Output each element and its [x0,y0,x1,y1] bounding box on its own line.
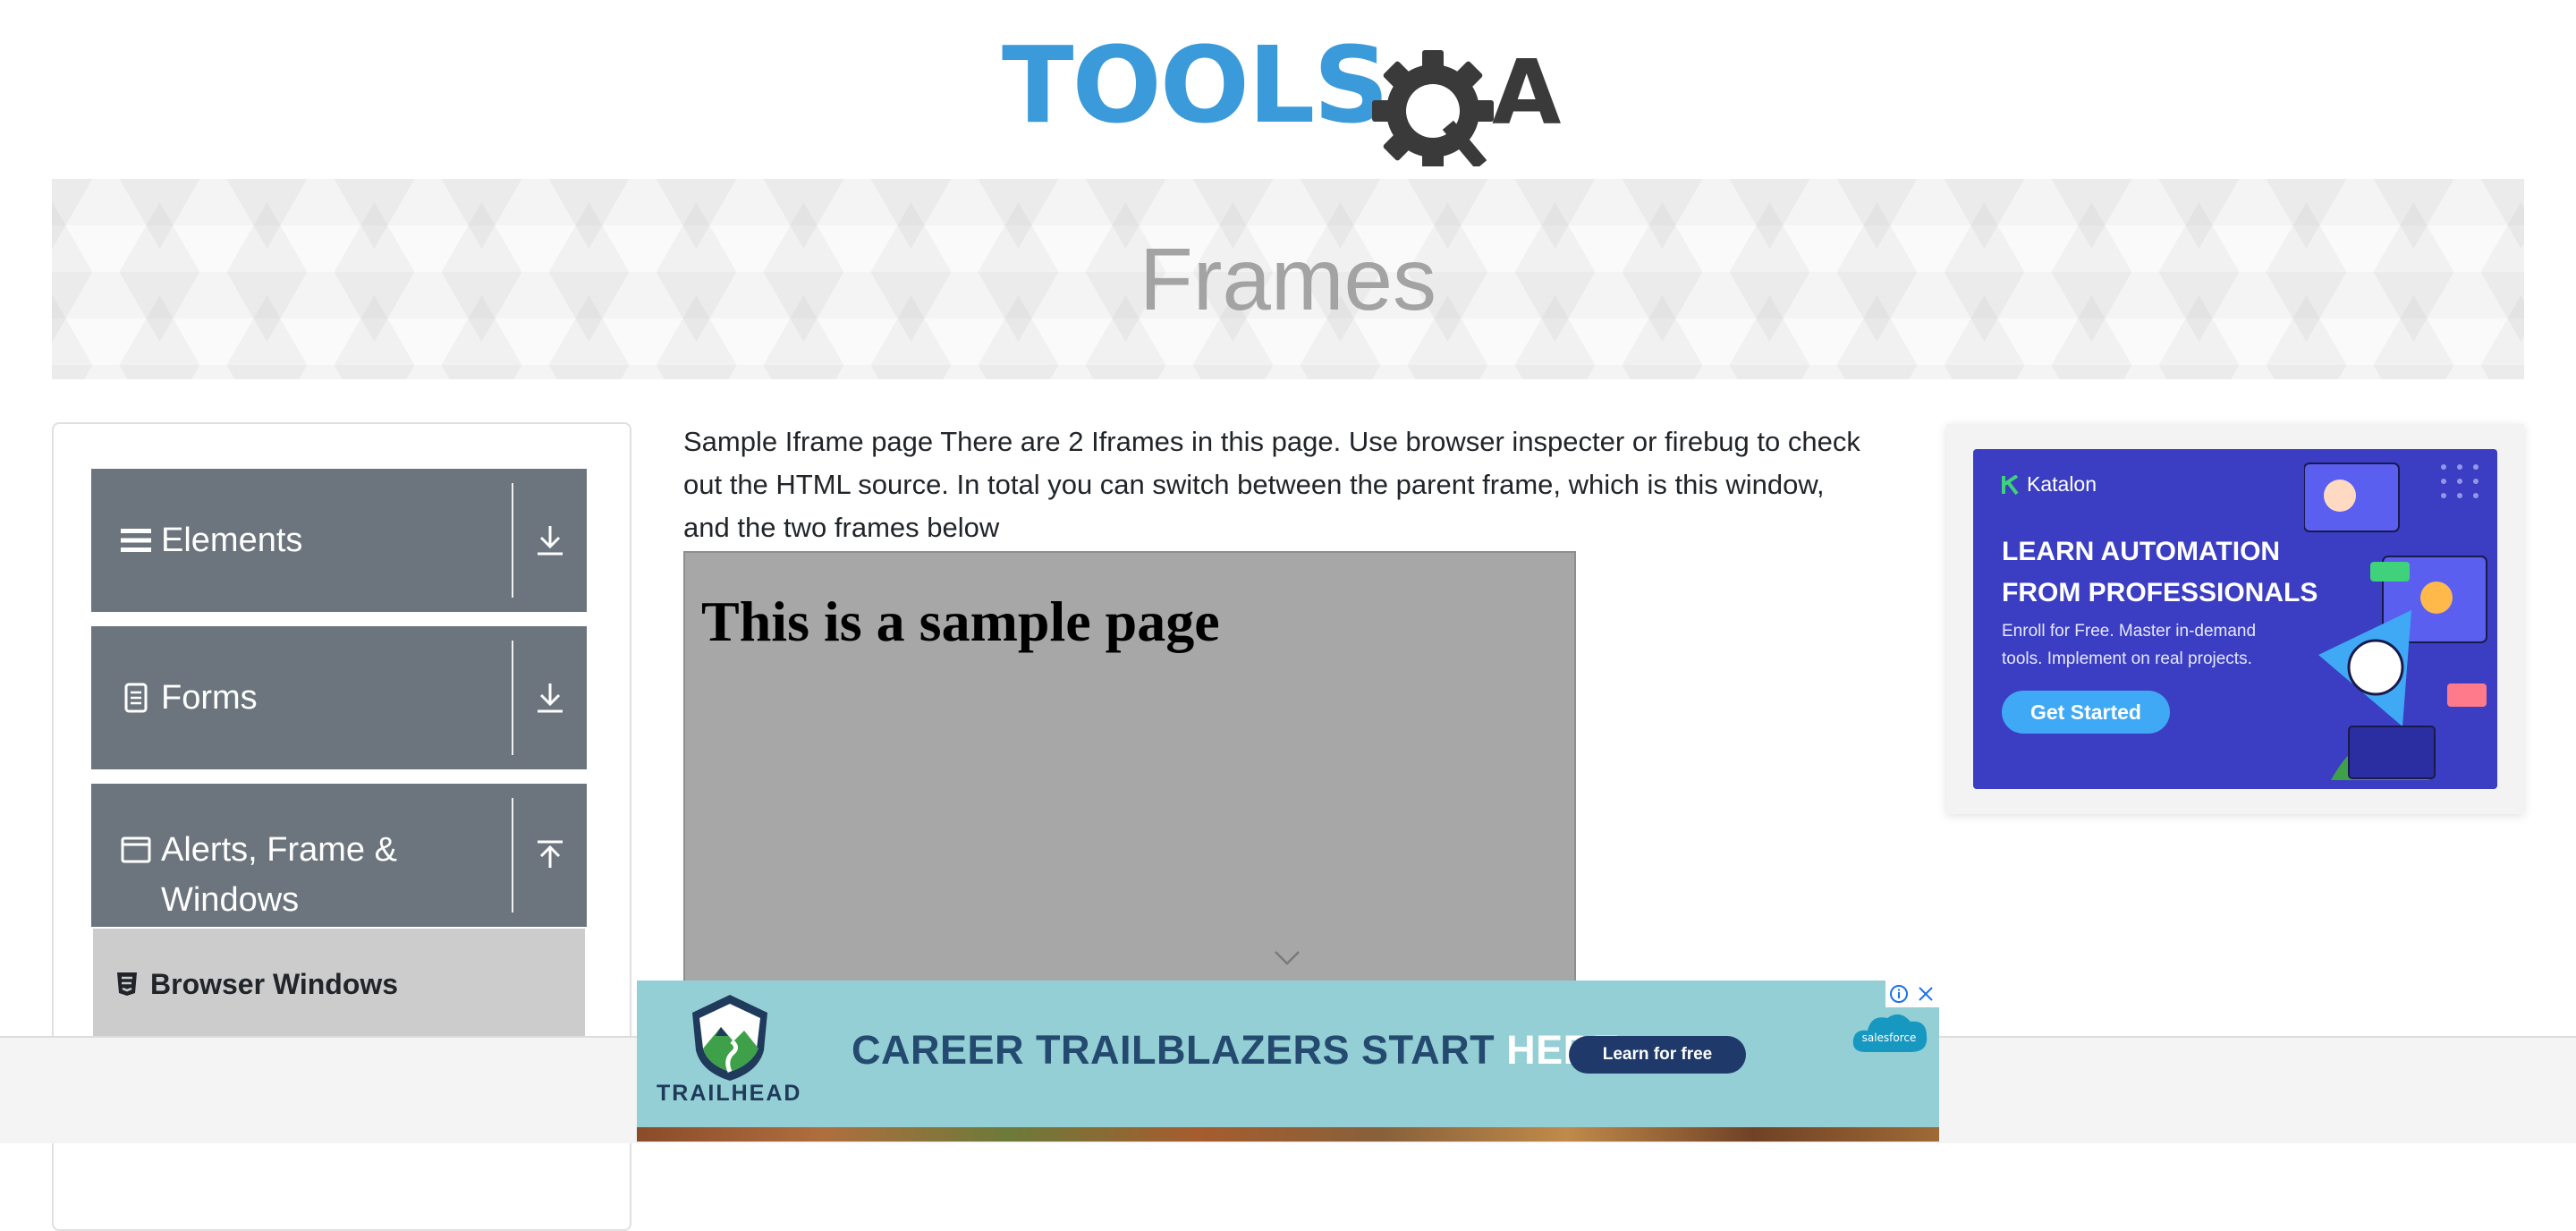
upload-arrow-icon[interactable] [513,784,587,927]
group-alerts-frame-windows[interactable]: Alerts, Frame & Windows [91,784,587,927]
logo-text-a: A [1492,40,1561,145]
get-started-button[interactable]: Get Started [2002,691,2170,734]
learn-for-free-button[interactable]: Learn for free [1569,1036,1746,1074]
page-title: Frames [1139,229,1437,328]
gear-magnifier-icon [1372,50,1494,172]
sidebar-item-browser-windows[interactable]: Browser Windows [93,929,585,1040]
toolsqa-logo[interactable]: TOOLS A [1002,23,1583,172]
sample-iframe[interactable]: This is a sample page [683,551,1576,1052]
katalon-brand: Katalon [2002,472,2097,497]
download-arrow-icon[interactable] [513,626,587,769]
katalon-brand-label: Katalon [2027,472,2097,496]
ad-headline-line1: LEARN AUTOMATION [2002,537,2281,566]
logo-text-tools: TOOLS [1002,23,1387,147]
ad-headline: LEARN AUTOMATION FROM PROFESSIONALS [2002,531,2342,614]
salesforce-logo: salesforce [1848,1006,1930,1065]
group-elements[interactable]: Elements [91,469,587,612]
group-alerts-label-line2: Windows [161,881,300,919]
bottom-advertisement[interactable]: TRAILHEAD CAREER TRAILBLAZERS START HERE… [637,981,1939,1142]
katalon-ad-card[interactable]: Katalon LEARN AUTOMATION FROM PROFESSION… [1973,449,2497,789]
document-icon [120,683,152,713]
sidebar-item-label: Browser Windows [150,967,399,1000]
ad-headline-line2: FROM PROFESSIONALS [2002,578,2318,607]
main-content: Sample Iframe page There are 2 Iframes i… [683,420,1873,549]
ad-info-icon[interactable] [1885,981,1912,1007]
katalon-logo-icon [2002,474,2019,495]
ad-illustration [2304,463,2487,780]
window-icon [120,825,152,875]
bottom-ad-scene [637,1127,1939,1142]
ad-close-icon[interactable] [1912,981,1939,1007]
html5-icon [116,972,138,997]
download-arrow-icon[interactable] [513,469,587,612]
ad-subtext-line2: tools. Implement on real projects. [2002,649,2252,668]
side-advertisement[interactable]: Katalon LEARN AUTOMATION FROM PROFESSION… [1946,424,2524,814]
group-forms-label: Forms [161,679,258,717]
page-banner: Frames [52,179,2524,379]
submenu-alerts-frame-windows: Browser Windows [93,929,585,1054]
bottom-ad-headline: CAREER TRAILBLAZERS START HERE. [852,1027,1631,1074]
group-alerts-label-line1: Alerts, Frame & [161,831,397,869]
intro-text: Sample Iframe page There are 2 Iframes i… [683,426,1860,543]
ad-controls [1885,981,1939,1007]
bottom-ad-headline-main: CAREER TRAILBLAZERS START [852,1027,1496,1073]
hamburger-icon [120,527,152,554]
trailhead-logo-icon [692,995,767,1081]
chevron-down-icon[interactable] [1274,950,1301,971]
ad-subtext: Enroll for Free. Master in-demand tools.… [2002,617,2324,673]
group-forms[interactable]: Forms [91,626,587,769]
iframe-heading: This is a sample page [701,590,1220,653]
ad-subtext-line1: Enroll for Free. Master in-demand [2002,622,2257,641]
salesforce-label: salesforce [1862,1031,1917,1044]
group-elements-label: Elements [161,522,303,559]
trailhead-brand: TRAILHEAD [657,1081,802,1106]
